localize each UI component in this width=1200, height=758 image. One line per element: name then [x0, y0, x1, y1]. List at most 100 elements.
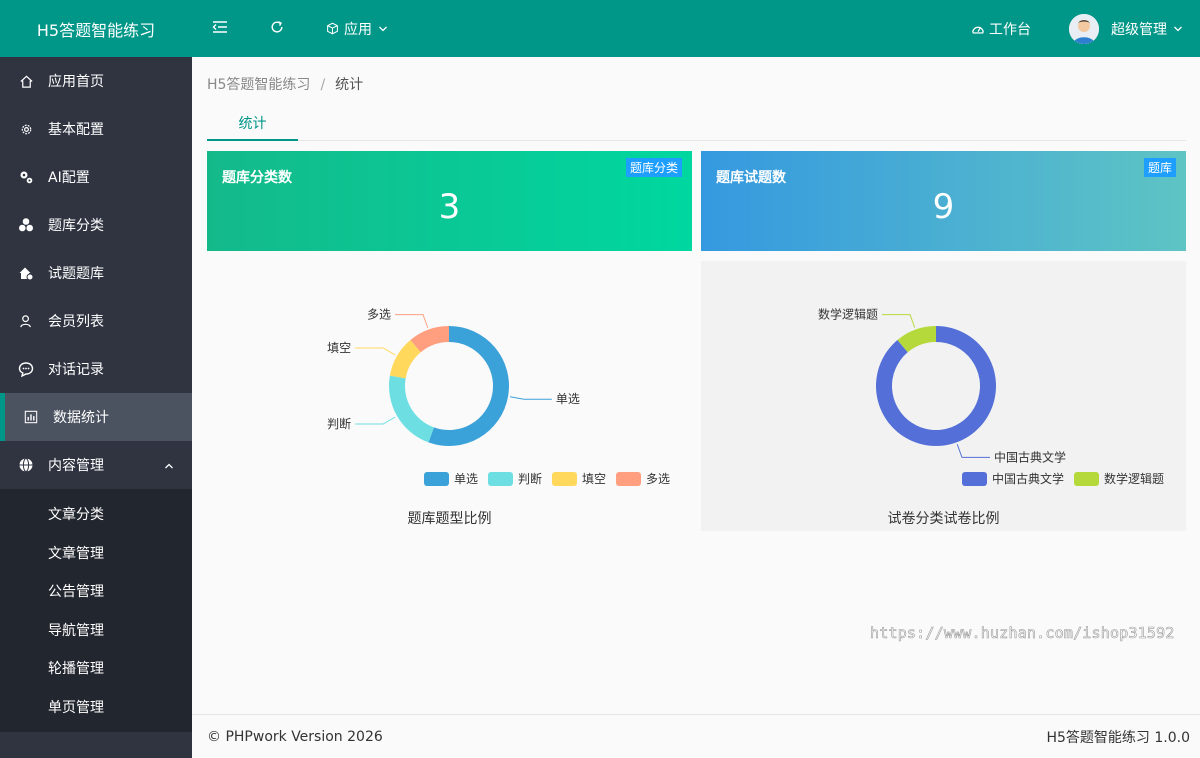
legend-label-2[interactable]: 填空	[582, 472, 606, 486]
watermark-text: https://www.huzhan.com/ishop31592	[870, 624, 1175, 643]
slice-label-0: 单选	[556, 392, 580, 406]
sidebar-item-home[interactable]: 应用首页	[0, 57, 192, 105]
house-gear-icon	[17, 264, 35, 282]
menu-fold-icon	[212, 20, 228, 38]
legend-swatch-0[interactable]	[424, 472, 449, 486]
legend-label-0[interactable]: 中国古典文学	[992, 471, 1064, 486]
chart-panel-paper-categories: 中国古典文学 数学逻辑题 中国古典文学 数学逻辑题 试卷分类试卷比例	[701, 261, 1186, 531]
legend-label-1[interactable]: 数学逻辑题	[1104, 471, 1164, 486]
submenu-item-article-category[interactable]: 文章分类	[0, 495, 192, 534]
apps-menu-button[interactable]: 应用	[320, 0, 394, 57]
slice-leader-line-0	[509, 396, 552, 400]
legend-label-0[interactable]: 单选	[454, 472, 478, 486]
workbench-button[interactable]: 工作台	[971, 19, 1031, 39]
sidebar-item-label: 数据统计	[53, 410, 109, 426]
sidebar-item-question-category[interactable]: 题库分类	[0, 201, 192, 249]
stat-card-value: 3	[438, 187, 461, 227]
submenu-item-nav-management[interactable]: 导航管理	[0, 611, 192, 650]
breadcrumb: H5答题智能练习 / 统计	[207, 74, 363, 94]
refresh-button[interactable]	[264, 0, 290, 57]
submenu-item-carousel-management[interactable]: 轮播管理	[0, 649, 192, 688]
sidebar-item-content-management[interactable]: 内容管理	[0, 441, 192, 489]
legend-label-1[interactable]: 判断	[518, 471, 542, 486]
sidebar-item-question-bank[interactable]: 试题题库	[0, 249, 192, 297]
gears-icon	[17, 168, 35, 186]
chart-panel-question-types: 单选 判断 填空 多选 单选 判断 填空 多选 题库题型比例	[207, 261, 692, 531]
legend-swatch-1[interactable]	[1074, 472, 1099, 486]
tab-statistics[interactable]: 统计	[207, 106, 298, 141]
stat-card-questions: 题库试题数 题库 9	[701, 151, 1186, 251]
app-logo[interactable]: H5答题智能练习	[0, 0, 192, 57]
chart-title: 试卷分类试卷比例	[887, 511, 1000, 527]
submenu-item-page-management[interactable]: 单页管理	[0, 688, 192, 727]
legend-swatch-2[interactable]	[552, 472, 577, 486]
chat-icon	[17, 360, 35, 378]
stat-card-question-categories: 题库分类数 题库分类 3	[207, 151, 692, 251]
stat-card-title: 题库分类数	[222, 170, 292, 186]
header-right: 工作台 超级管理	[971, 13, 1200, 44]
gear-icon	[17, 120, 35, 138]
slice-label-1: 判断	[327, 416, 351, 431]
tab-bar: 统计	[207, 106, 1186, 141]
apps-menu-label: 应用	[344, 21, 372, 38]
donut-slice-0[interactable]	[876, 326, 996, 446]
footer-version: H5答题智能练习 1.0.0	[1046, 729, 1190, 746]
user-icon	[17, 312, 35, 330]
stat-card-badge: 题库分类	[625, 158, 682, 177]
content-submenu: 文章分类 文章管理 公告管理 导航管理 轮播管理 单页管理	[0, 489, 192, 732]
slice-label-2: 填空	[327, 341, 351, 355]
sidebar-item-label: 对话记录	[48, 362, 104, 378]
globe-icon	[17, 456, 35, 474]
chart-icon	[22, 408, 40, 426]
user-name: 超级管理	[1111, 21, 1167, 38]
sidebar-item-label: 内容管理	[48, 458, 104, 474]
sidebar-item-label: 会员列表	[48, 314, 104, 330]
legend-swatch-3[interactable]	[616, 472, 641, 486]
slice-leader-line-2	[355, 347, 396, 356]
refresh-icon	[270, 20, 284, 38]
legend-swatch-1[interactable]	[488, 472, 513, 486]
sidebar-item-label: 基本配置	[48, 122, 104, 138]
submenu-item-article-management[interactable]: 文章管理	[0, 534, 192, 573]
stat-card-badge: 题库	[1143, 158, 1176, 177]
footer-copyright: © PHPwork Version 2026	[207, 728, 383, 745]
donut-chart-paper-categories: 中国古典文学数学逻辑题中国古典文学 数学逻辑题	[818, 307, 1164, 486]
sidebar-item-label: 试题题库	[48, 266, 104, 282]
footer: © PHPwork Version 2026 H5答题智能练习 1.0.0	[192, 714, 1200, 758]
legend-label-3[interactable]: 多选	[646, 472, 670, 486]
breadcrumb-current: 统计	[335, 77, 364, 93]
cube-icon	[326, 22, 339, 35]
sidebar-item-chat-records[interactable]: 对话记录	[0, 345, 192, 393]
sidebar-item-label: 题库分类	[48, 218, 104, 234]
sidebar-item-members[interactable]: 会员列表	[0, 297, 192, 345]
chevron-down-icon	[378, 24, 388, 34]
sidebar-item-label: AI配置	[48, 170, 90, 186]
top-header: 应用 工作台 超级管理	[192, 0, 1200, 57]
donut-slice-0[interactable]	[428, 326, 509, 446]
submenu-item-notice-management[interactable]: 公告管理	[0, 572, 192, 611]
slice-leader-line-0	[956, 444, 990, 458]
breadcrumb-separator: /	[320, 77, 326, 93]
sidebar-item-basic-config[interactable]: 基本配置	[0, 105, 192, 153]
breadcrumb-root[interactable]: H5答题智能练习	[207, 77, 310, 93]
chevron-down-icon	[1173, 24, 1183, 34]
user-menu[interactable]: 超级管理	[1069, 13, 1183, 44]
donut-slice-1[interactable]	[389, 375, 434, 443]
slice-leader-line-1	[355, 416, 396, 425]
slice-leader-line-1	[882, 314, 916, 328]
avatar	[1069, 13, 1099, 44]
home-icon	[17, 72, 35, 90]
slice-label-3: 多选	[367, 308, 391, 322]
slice-label-0: 中国古典文学	[994, 449, 1066, 464]
menu-toggle-button[interactable]	[206, 0, 234, 57]
slice-label-1: 数学逻辑题	[818, 307, 878, 322]
sidebar-item-label: 应用首页	[48, 74, 104, 90]
slice-leader-line-3	[395, 314, 429, 328]
cluster-icon	[17, 216, 35, 234]
legend-swatch-0[interactable]	[962, 472, 987, 486]
sidebar-item-statistics[interactable]: 数据统计	[0, 393, 192, 441]
workbench-label: 工作台	[989, 21, 1031, 38]
donut-chart-question-types: 单选判断填空多选单选 判断 填空 多选	[327, 308, 670, 486]
sidebar-item-ai-config[interactable]: AI配置	[0, 153, 192, 201]
main-content: H5答题智能练习 / 统计 统计 题库分类数 题库分类 3 题库试题数 题库 9 单…	[192, 57, 1200, 714]
